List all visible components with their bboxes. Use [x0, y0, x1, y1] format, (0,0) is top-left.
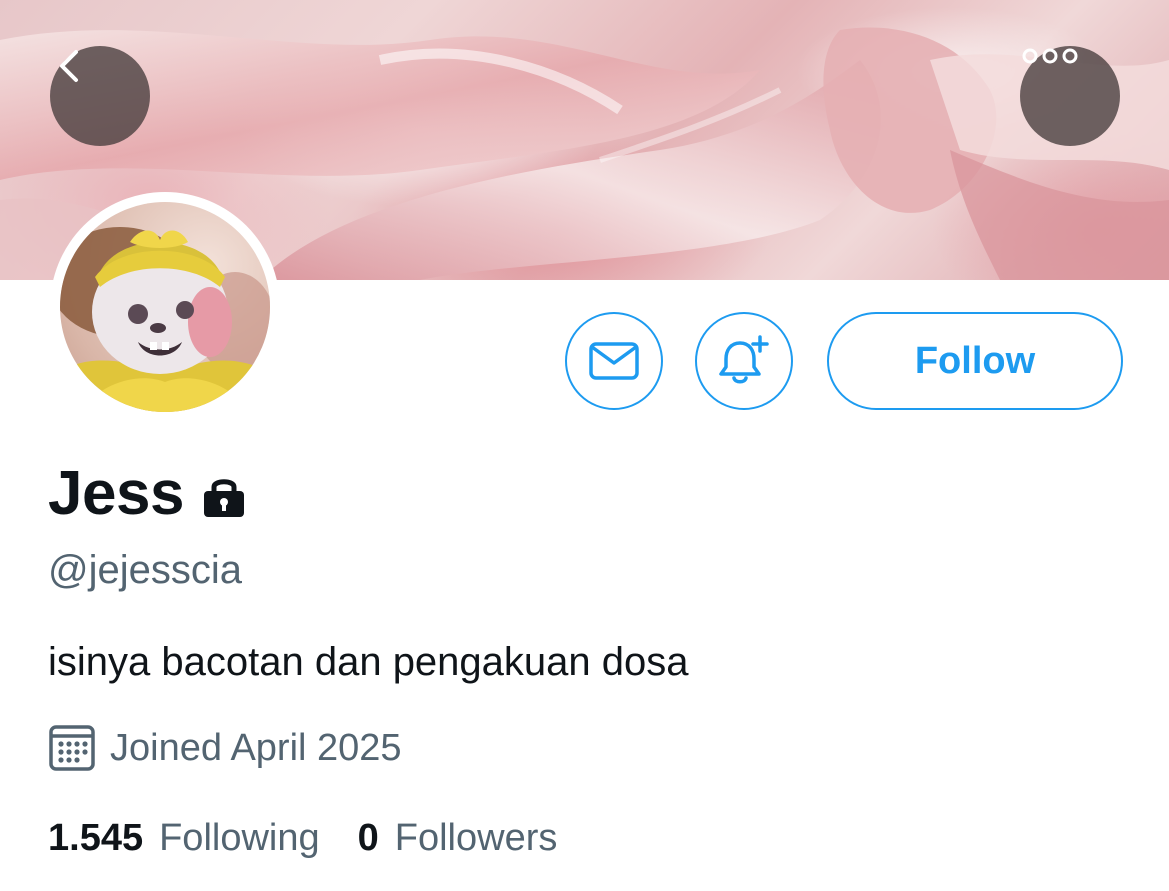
back-button[interactable]	[50, 46, 150, 146]
following-count: 1.545	[48, 817, 144, 859]
more-options-button[interactable]	[1020, 46, 1120, 146]
calendar-icon	[49, 725, 95, 771]
profile-name-row: Jess	[48, 458, 248, 529]
followers-link[interactable]: 0 Followers	[358, 817, 558, 860]
joined-date: Joined April 2025	[110, 726, 402, 769]
lock-icon	[203, 478, 244, 517]
following-link[interactable]: 1.545 Following	[48, 817, 320, 860]
bell-plus-icon	[719, 335, 769, 384]
chevron-left-icon	[60, 50, 78, 82]
follow-button-label: Follow	[914, 339, 1036, 382]
following-label: Following	[159, 817, 320, 859]
message-button[interactable]	[565, 312, 663, 410]
followers-count: 0	[357, 817, 379, 859]
avatar-image	[60, 202, 270, 412]
profile-handle: @jejesscia	[48, 548, 243, 592]
display-name: Jess	[48, 459, 184, 528]
follow-stats: 1.545 Following 0 Followers	[48, 817, 557, 860]
more-horizontal-icon	[1022, 48, 1078, 64]
follow-button[interactable]: Follow	[827, 312, 1123, 410]
profile-avatar[interactable]	[50, 192, 280, 422]
joined-date-row: Joined April 2025	[48, 724, 402, 772]
followers-label: Followers	[394, 817, 558, 859]
notifications-button[interactable]	[695, 312, 793, 410]
envelope-icon	[589, 342, 639, 380]
profile-bio: isinya bacotan dan pengakuan dosa	[48, 640, 689, 684]
